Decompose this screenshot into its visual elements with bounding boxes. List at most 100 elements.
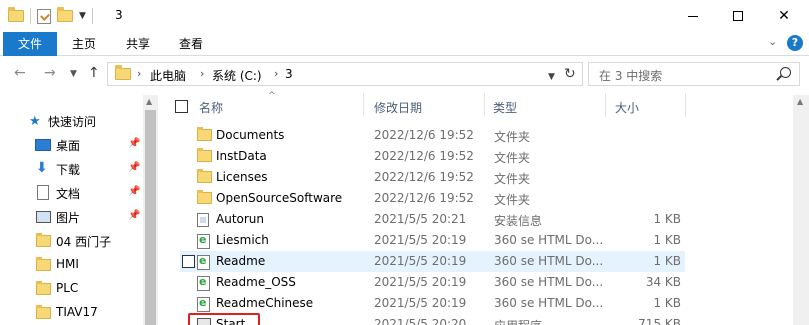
customize-toolbar-chevron-icon[interactable]: ▼ bbox=[79, 11, 86, 21]
nav-item-pictures[interactable]: 图片 📌 bbox=[0, 205, 143, 229]
file-name: InstData bbox=[216, 149, 267, 163]
file-date: 2021/5/5 20:19 bbox=[374, 233, 467, 247]
file-type: 360 se HTML Do... bbox=[494, 296, 604, 310]
star-icon: ★ bbox=[29, 114, 41, 129]
column-header-name[interactable]: 名称 bbox=[199, 99, 223, 116]
file-row-licenses[interactable]: Licenses 2022/12/6 19:52 文件夹 bbox=[180, 167, 685, 188]
file-name: Autorun bbox=[216, 212, 265, 226]
file-date: 2022/12/6 19:52 bbox=[374, 128, 474, 142]
file-date: 2022/12/6 19:52 bbox=[374, 149, 474, 163]
minimize-button[interactable] bbox=[670, 0, 716, 32]
search-icon bbox=[780, 67, 791, 78]
file-size: 1 KB bbox=[653, 254, 681, 268]
nav-item-documents[interactable]: 文档 📌 bbox=[0, 181, 143, 205]
file-row-opensourcesoftware[interactable]: OpenSourceSoftware 2022/12/6 19:52 文件夹 bbox=[180, 188, 685, 209]
tab-share[interactable]: 共享 bbox=[113, 32, 163, 56]
file-row-instdata[interactable]: InstData 2022/12/6 19:52 文件夹 bbox=[180, 146, 685, 167]
file-list-scrollbar[interactable]: ▲ bbox=[793, 95, 809, 325]
column-header-type[interactable]: 类型 bbox=[493, 99, 517, 116]
close-button[interactable]: ✕ bbox=[761, 0, 807, 32]
tab-file[interactable]: 文件 bbox=[3, 32, 57, 56]
file-name: Licenses bbox=[216, 170, 268, 184]
forward-arrow-icon[interactable]: → bbox=[44, 65, 56, 81]
folder-icon bbox=[36, 257, 51, 271]
navigation-pane: ★ 快速访问 桌面 📌 ⬇ 下载 📌 文档 📌 图片 📌 04 西门子 HMI … bbox=[0, 95, 158, 325]
file-name: ReadmeChinese bbox=[216, 296, 314, 310]
file-date: 2021/5/5 20:19 bbox=[374, 254, 467, 268]
folder-icon bbox=[197, 127, 212, 141]
title-bar: ▼ 3 ✕ bbox=[0, 0, 809, 32]
recent-locations-chevron-icon[interactable]: ▼ bbox=[70, 69, 77, 79]
file-row-readme[interactable]: Readme 2021/5/5 20:19 360 se HTML Do... … bbox=[180, 251, 685, 272]
column-divider[interactable] bbox=[484, 93, 485, 117]
file-size: 34 KB bbox=[645, 275, 681, 289]
expand-ribbon-chevron-icon[interactable]: ⌄ bbox=[768, 35, 777, 48]
column-divider[interactable] bbox=[363, 93, 364, 117]
column-divider[interactable] bbox=[685, 93, 686, 117]
column-header-size[interactable]: 大小 bbox=[615, 99, 639, 116]
file-row-readmechinese[interactable]: ReadmeChinese 2021/5/5 20:19 360 se HTML… bbox=[180, 293, 685, 314]
pin-icon[interactable]: 📌 bbox=[128, 210, 140, 221]
row-checkbox[interactable] bbox=[182, 255, 195, 268]
properties-icon[interactable] bbox=[37, 8, 51, 24]
folder-icon bbox=[115, 65, 131, 83]
refresh-icon[interactable]: ↻ bbox=[564, 66, 576, 82]
pin-icon[interactable]: 📌 bbox=[128, 138, 140, 149]
file-row-documents[interactable]: Documents 2022/12/6 19:52 文件夹 bbox=[180, 125, 685, 146]
back-arrow-icon[interactable]: ← bbox=[14, 65, 26, 81]
file-date: 2021/5/5 20:20 bbox=[374, 317, 467, 325]
file-type: 安装信息 bbox=[494, 214, 543, 228]
file-name: Readme bbox=[216, 254, 266, 268]
file-type: 文件夹 bbox=[494, 151, 531, 165]
address-bar[interactable]: › 此电脑 › 系统 (C:) › 3 bbox=[107, 62, 583, 86]
folder-icon bbox=[197, 169, 212, 183]
folder-icon bbox=[36, 233, 51, 247]
up-arrow-icon[interactable]: ↑ bbox=[88, 65, 100, 81]
document-icon bbox=[37, 185, 49, 200]
scroll-up-icon[interactable]: ▲ bbox=[797, 97, 803, 106]
pin-icon[interactable]: 📌 bbox=[128, 162, 140, 173]
nav-item-quick-access[interactable]: ★ 快速访问 bbox=[0, 109, 143, 133]
scrollbar-thumb[interactable] bbox=[145, 110, 156, 325]
file-row-readme-oss[interactable]: Readme_OSS 2021/5/5 20:19 360 se HTML Do… bbox=[180, 272, 685, 293]
new-folder-icon[interactable] bbox=[57, 7, 73, 22]
file-type: 360 se HTML Do... bbox=[494, 254, 604, 268]
breadcrumb-current-folder[interactable]: 3 bbox=[285, 67, 293, 81]
maximize-button[interactable] bbox=[715, 0, 761, 32]
tab-view[interactable]: 查看 bbox=[168, 32, 214, 56]
nav-label: PLC bbox=[56, 281, 79, 295]
help-icon[interactable]: ? bbox=[787, 35, 803, 51]
breadcrumb-this-pc[interactable]: 此电脑 bbox=[150, 67, 186, 84]
file-row-autorun[interactable]: Autorun 2021/5/5 20:21 安装信息 1 KB bbox=[180, 209, 685, 230]
select-all-checkbox[interactable] bbox=[175, 100, 188, 113]
html-document-icon bbox=[197, 233, 210, 249]
nav-item-folder[interactable]: HMI bbox=[0, 253, 143, 277]
nav-label: HMI bbox=[56, 257, 79, 271]
pin-icon[interactable]: 📌 bbox=[128, 186, 140, 197]
address-history-chevron-icon[interactable]: ▼ bbox=[548, 72, 555, 82]
breadcrumb-chevron-icon[interactable]: › bbox=[200, 67, 204, 80]
folder-icon bbox=[8, 7, 24, 22]
breadcrumb-system-c[interactable]: 系统 (C:) bbox=[212, 67, 262, 84]
tab-home[interactable]: 主页 bbox=[61, 32, 107, 56]
file-type: 360 se HTML Do... bbox=[494, 233, 604, 247]
column-divider[interactable] bbox=[605, 93, 606, 117]
minimize-icon bbox=[688, 15, 698, 17]
folder-icon bbox=[197, 148, 212, 162]
nav-item-folder[interactable]: TIAV17 bbox=[0, 301, 143, 325]
search-box[interactable]: 在 3 中搜索 bbox=[588, 62, 800, 86]
nav-item-folder[interactable]: PLC bbox=[0, 277, 143, 301]
file-row-liesmich[interactable]: Liesmich 2021/5/5 20:19 360 se HTML Do..… bbox=[180, 230, 685, 251]
nav-item-downloads[interactable]: ⬇ 下载 📌 bbox=[0, 157, 143, 181]
nav-item-folder[interactable]: 04 西门子 bbox=[0, 229, 143, 253]
column-header-date[interactable]: 修改日期 bbox=[374, 99, 422, 116]
breadcrumb-chevron-icon[interactable]: › bbox=[274, 67, 278, 80]
file-size: 1 KB bbox=[653, 233, 681, 247]
nav-item-desktop[interactable]: 桌面 📌 bbox=[0, 133, 143, 157]
breadcrumb-chevron-icon[interactable]: › bbox=[137, 67, 141, 80]
file-type: 应用程序 bbox=[494, 317, 542, 325]
nav-pane-scrollbar[interactable]: ▲ bbox=[143, 95, 158, 325]
file-size: 1 KB bbox=[653, 212, 681, 226]
scroll-up-icon[interactable]: ▲ bbox=[146, 97, 152, 106]
folder-icon bbox=[197, 190, 212, 204]
